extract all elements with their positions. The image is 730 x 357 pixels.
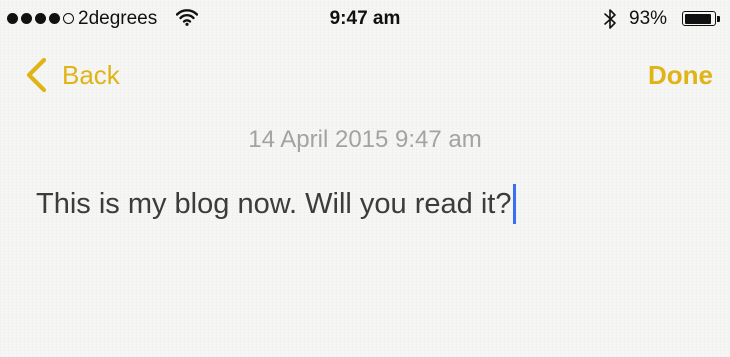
- carrier-name: 2degrees: [78, 8, 158, 29]
- signal-dot-filled: [7, 13, 18, 24]
- back-label: Back: [62, 59, 120, 90]
- note-date: 14 April 2015 9:47 am: [248, 126, 482, 153]
- done-button[interactable]: Done: [648, 56, 713, 94]
- battery-percentage: 93%: [629, 8, 668, 29]
- signal-strength-icon: [7, 13, 74, 24]
- signal-dot-empty: [63, 13, 74, 24]
- signal-dot-filled: [49, 13, 60, 24]
- signal-dot-filled: [21, 13, 32, 24]
- note-text-editor[interactable]: This is my blog now. Will you read it?: [36, 182, 716, 226]
- battery-icon: [682, 11, 716, 26]
- note-body-text: This is my blog now. Will you read it?: [36, 188, 512, 220]
- battery-cap: [717, 16, 720, 22]
- text-cursor: [513, 184, 517, 224]
- battery-level-fill: [684, 13, 712, 24]
- status-bar: 2degrees 9:47 am 93%: [0, 0, 730, 38]
- signal-dot-filled: [35, 13, 46, 24]
- bluetooth-icon: [603, 7, 617, 37]
- wifi-icon: [175, 8, 199, 32]
- chevron-left-icon: [24, 57, 48, 93]
- back-button[interactable]: Back: [24, 56, 120, 94]
